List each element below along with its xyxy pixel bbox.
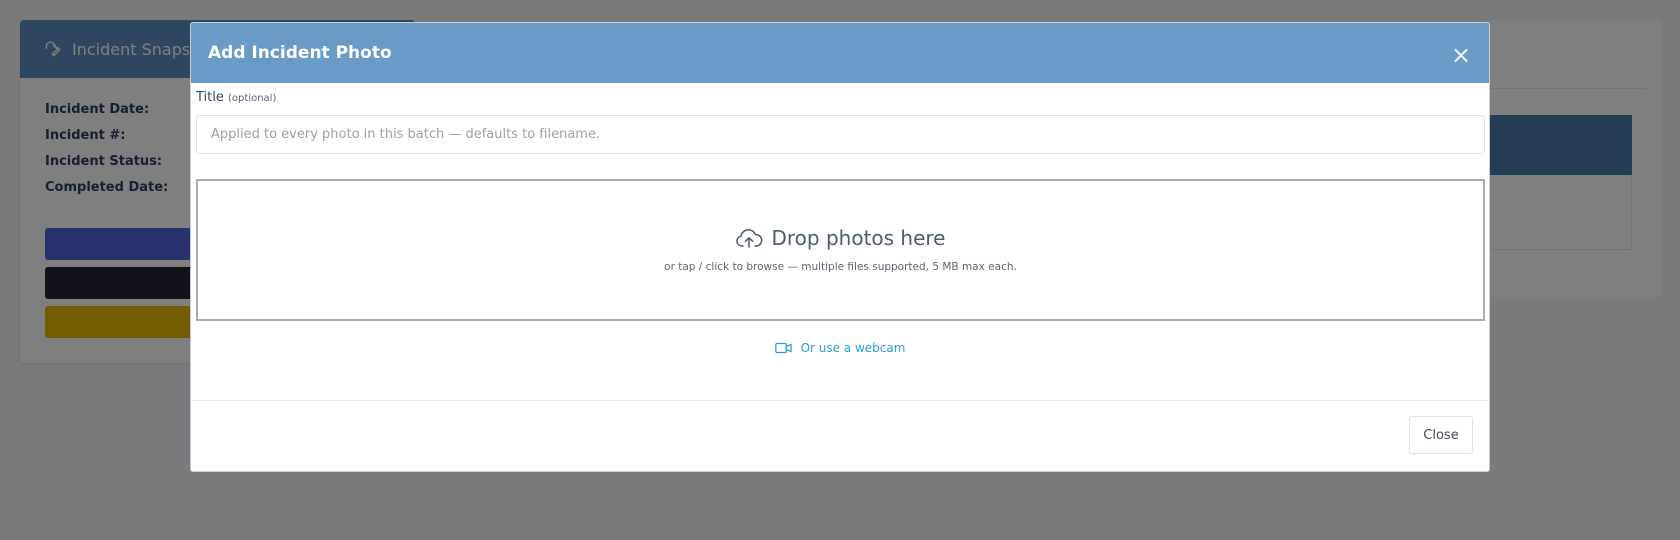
add-incident-photo-modal: Add Incident Photo × Title (optional) Dr…	[190, 22, 1490, 472]
dropzone-subtext: or tap / click to browse — multiple file…	[664, 261, 1017, 273]
modal-header: Add Incident Photo ×	[191, 23, 1489, 83]
photo-dropzone[interactable]: Drop photos here or tap / click to brows…	[196, 179, 1485, 321]
video-camera-icon	[774, 342, 792, 354]
title-label-text: Title	[196, 90, 224, 105]
modal-title: Add Incident Photo	[208, 43, 392, 63]
webcam-link[interactable]: Or use a webcam	[191, 341, 1489, 355]
close-icon[interactable]: ×	[1449, 43, 1473, 67]
dropzone-heading: Drop photos here	[198, 226, 1483, 250]
modal-footer-divider	[191, 400, 1489, 401]
title-field-label: Title (optional)	[196, 90, 276, 105]
optional-note: (optional)	[228, 93, 277, 104]
title-input[interactable]	[196, 115, 1485, 154]
close-button[interactable]: Close	[1409, 416, 1473, 454]
cloud-upload-icon	[736, 229, 763, 248]
dropzone-heading-text: Drop photos here	[771, 226, 946, 250]
webcam-link-text: Or use a webcam	[800, 341, 906, 355]
